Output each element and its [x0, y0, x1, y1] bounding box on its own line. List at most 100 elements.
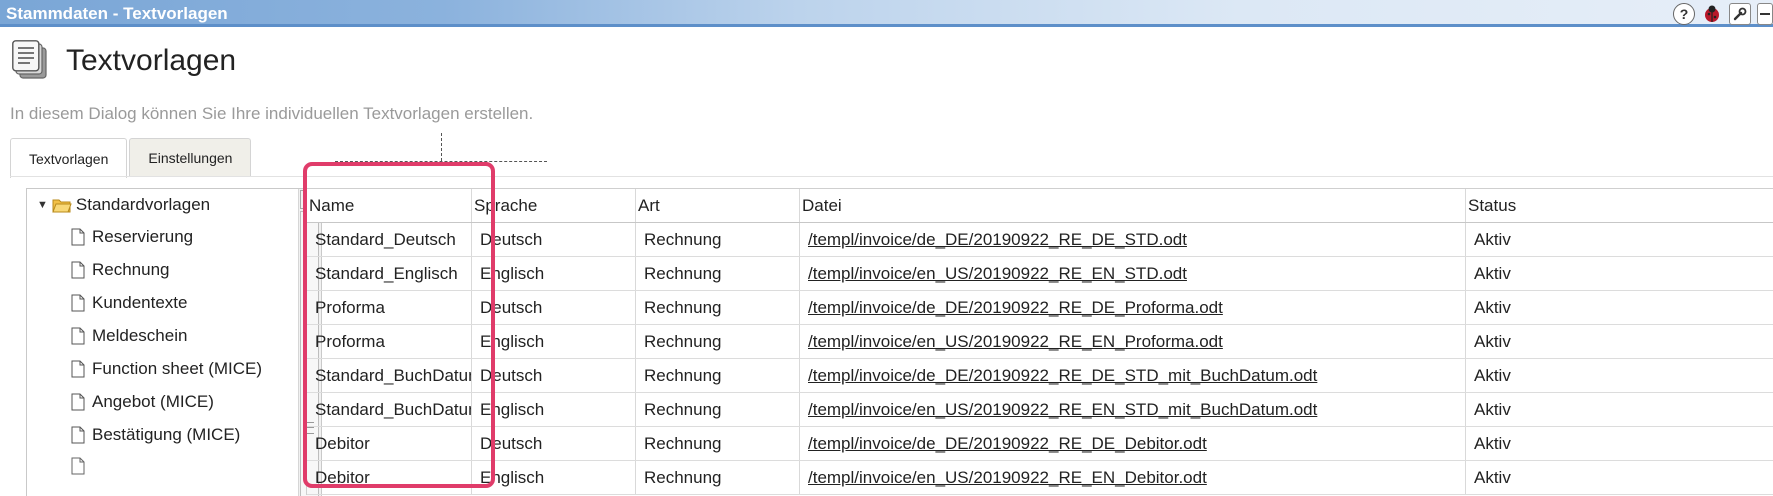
window-titlebar: Stammdaten - Textvorlagen ? [0, 0, 1773, 27]
table-row[interactable]: Standard_BuchDatum Englisch Rechnung /te… [307, 393, 1773, 427]
page-description: In diesem Dialog können Sie Ihre individ… [10, 104, 534, 123]
column-header-status[interactable]: Status [1466, 189, 1773, 222]
cell-art: Rechnung [636, 359, 800, 392]
wrench-icon[interactable] [1729, 3, 1751, 25]
cell-name: Debitor [307, 461, 472, 494]
cell-datei: /templ/invoice/en_US/20190922_RE_EN_Prof… [800, 325, 1466, 358]
cell-status: Aktiv [1474, 332, 1511, 351]
tree-item-meldeschein[interactable]: Meldeschein [71, 326, 187, 346]
cell-art: Rechnung [636, 461, 800, 494]
file-link[interactable]: /templ/invoice/de_DE/20190922_RE_DE_STD.… [808, 230, 1187, 249]
document-icon [71, 360, 85, 378]
tree-item-reservierung[interactable]: Reservierung [71, 227, 193, 247]
template-tree: ▼ Standardvorlagen Reservierung Rechnung… [26, 188, 322, 496]
cell-sprache: Deutsch [472, 291, 636, 324]
table-row[interactable]: Standard_BuchDatum Deutsch Rechnung /tem… [307, 359, 1773, 393]
cell-status: Aktiv [1474, 400, 1511, 419]
cell-sprache: Deutsch [472, 427, 636, 460]
table-row[interactable]: Standard_Englisch Englisch Rechnung /tem… [307, 257, 1773, 291]
table-row[interactable]: Standard_Deutsch Deutsch Rechnung /templ… [307, 223, 1773, 257]
cell-datei: /templ/invoice/en_US/20190922_RE_EN_Debi… [800, 461, 1466, 494]
tree-root-standardvorlagen[interactable]: ▼ Standardvorlagen [37, 195, 210, 215]
column-header-name[interactable]: Name [307, 189, 472, 222]
tree-item-angebot[interactable]: Angebot (MICE) [71, 392, 214, 412]
annotation-guide-horizontal [335, 161, 547, 162]
document-icon [71, 228, 85, 246]
folder-open-icon [52, 199, 72, 212]
cell-datei: /templ/invoice/de_DE/20190922_RE_DE_STD_… [800, 359, 1466, 392]
help-icon[interactable]: ? [1673, 3, 1695, 25]
cell-datei: /templ/invoice/de_DE/20190922_RE_DE_Prof… [800, 291, 1466, 324]
tree-item-label: Kundentexte [92, 293, 188, 312]
column-header-art[interactable]: Art [636, 189, 800, 222]
cell-status: Aktiv [1474, 298, 1511, 317]
document-icon [71, 261, 85, 279]
file-link[interactable]: /templ/invoice/en_US/20190922_RE_EN_Prof… [808, 332, 1223, 351]
cell-art: Rechnung [636, 325, 800, 358]
cell-status: Aktiv [1474, 366, 1511, 385]
document-icon [71, 426, 85, 444]
tab-einstellungen[interactable]: Einstellungen [129, 138, 252, 176]
cell-name: Standard_BuchDatum [307, 359, 472, 392]
cell-status: Aktiv [1474, 230, 1511, 249]
cell-datei: /templ/invoice/de_DE/20190922_RE_DE_Debi… [800, 427, 1466, 460]
tree-item-rechnung[interactable]: Rechnung [71, 260, 170, 280]
file-link[interactable]: /templ/invoice/de_DE/20190922_RE_DE_STD_… [808, 366, 1317, 385]
tree-item-label: Bestätigung (MICE) [92, 425, 241, 444]
expand-arrow-icon[interactable]: ▼ [37, 199, 48, 211]
cell-art: Rechnung [636, 393, 800, 426]
templates-grid: Name Sprache Art Datei Status Standard_D… [306, 188, 1773, 495]
tab-bar: Textvorlagen Einstellungen [10, 138, 252, 178]
cell-status: Aktiv [1474, 434, 1511, 453]
tree-item-kundentexte[interactable]: Kundentexte [71, 293, 187, 313]
cell-name: Proforma [307, 291, 472, 324]
tree-root-label: Standardvorlagen [75, 195, 211, 214]
document-icon [71, 327, 85, 345]
file-link[interactable]: /templ/invoice/de_DE/20190922_RE_DE_Prof… [808, 298, 1223, 317]
file-link[interactable]: /templ/invoice/en_US/20190922_RE_EN_STD_… [808, 400, 1317, 419]
cell-datei: /templ/invoice/en_US/20190922_RE_EN_STD.… [800, 257, 1466, 290]
cell-art: Rechnung [636, 291, 800, 324]
cell-name: Standard_Englisch [307, 257, 472, 290]
cell-name: Proforma [307, 325, 472, 358]
document-icon [71, 393, 85, 411]
cell-art: Rechnung [636, 223, 800, 256]
column-header-sprache[interactable]: Sprache [472, 189, 636, 222]
cell-name: Debitor [307, 427, 472, 460]
table-row[interactable]: Proforma Englisch Rechnung /templ/invoic… [307, 325, 1773, 359]
column-header-datei[interactable]: Datei [800, 189, 1466, 222]
table-row[interactable]: Debitor Englisch Rechnung /templ/invoice… [307, 461, 1773, 495]
table-row[interactable]: Debitor Deutsch Rechnung /templ/invoice/… [307, 427, 1773, 461]
tab-textvorlagen[interactable]: Textvorlagen [10, 138, 128, 178]
cell-sprache: Englisch [472, 257, 636, 290]
tree-item-label: Angebot (MICE) [92, 392, 214, 411]
cell-sprache: Englisch [472, 393, 636, 426]
cell-status: Aktiv [1474, 468, 1511, 487]
document-icon [71, 294, 85, 312]
cell-art: Rechnung [636, 427, 800, 460]
cell-name: Standard_Deutsch [307, 223, 472, 256]
tree-item-bestaetigung[interactable]: Bestätigung (MICE) [71, 425, 240, 445]
annotation-guide-vertical [441, 133, 442, 161]
tree-item-function-sheet[interactable]: Function sheet (MICE) [71, 359, 262, 379]
minimize-icon[interactable] [1757, 3, 1773, 25]
cell-datei: /templ/invoice/de_DE/20190922_RE_DE_STD.… [800, 223, 1466, 256]
file-link[interactable]: /templ/invoice/en_US/20190922_RE_EN_STD.… [808, 264, 1187, 283]
file-link[interactable]: /templ/invoice/de_DE/20190922_RE_DE_Debi… [808, 434, 1207, 453]
cell-sprache: Englisch [472, 461, 636, 494]
tree-item-label: Function sheet (MICE) [92, 359, 263, 378]
cell-art: Rechnung [636, 257, 800, 290]
tree-item-label: Reservierung [92, 227, 194, 246]
tree-item-partial[interactable] [71, 457, 92, 475]
cell-datei: /templ/invoice/en_US/20190922_RE_EN_STD_… [800, 393, 1466, 426]
grid-header: Name Sprache Art Datei Status [307, 189, 1773, 223]
table-row[interactable]: Proforma Deutsch Rechnung /templ/invoice… [307, 291, 1773, 325]
cell-name: Standard_BuchDatum [307, 393, 472, 426]
tree-item-label: Rechnung [92, 260, 170, 279]
cell-sprache: Englisch [472, 325, 636, 358]
tab-panel-border [10, 176, 1773, 177]
bug-icon[interactable] [1701, 3, 1723, 25]
document-icon [71, 457, 85, 475]
file-link[interactable]: /templ/invoice/en_US/20190922_RE_EN_Debi… [808, 468, 1207, 487]
cell-status: Aktiv [1474, 264, 1511, 283]
